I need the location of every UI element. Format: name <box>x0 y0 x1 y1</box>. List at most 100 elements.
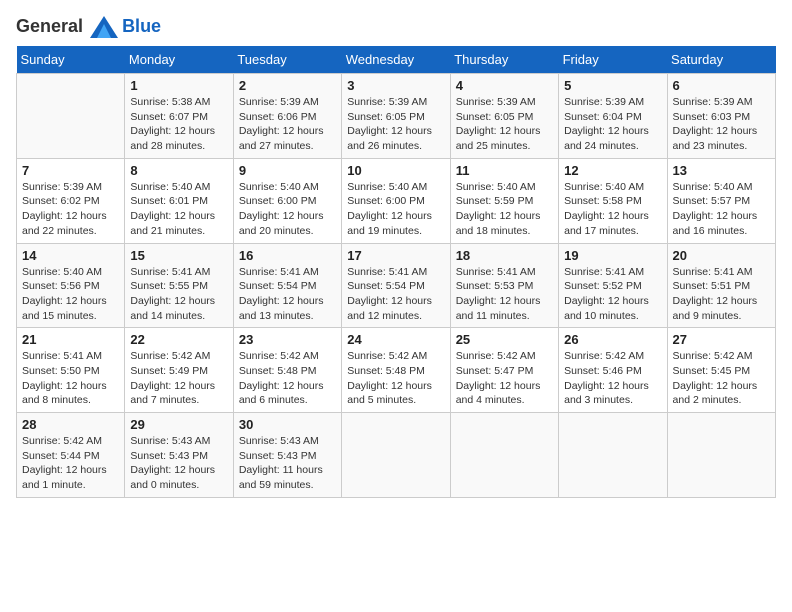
day-info: Sunrise: 5:42 AM Sunset: 5:49 PM Dayligh… <box>130 349 227 408</box>
week-row-4: 21 Sunrise: 5:41 AM Sunset: 5:50 PM Dayl… <box>17 328 776 413</box>
day-number: 1 <box>130 78 227 93</box>
calendar-cell: 15 Sunrise: 5:41 AM Sunset: 5:55 PM Dayl… <box>125 243 233 328</box>
day-info: Sunrise: 5:42 AM Sunset: 5:48 PM Dayligh… <box>347 349 444 408</box>
day-info: Sunrise: 5:40 AM Sunset: 5:59 PM Dayligh… <box>456 180 553 239</box>
calendar-cell: 12 Sunrise: 5:40 AM Sunset: 5:58 PM Dayl… <box>559 158 667 243</box>
calendar-cell: 24 Sunrise: 5:42 AM Sunset: 5:48 PM Dayl… <box>342 328 450 413</box>
day-info: Sunrise: 5:39 AM Sunset: 6:05 PM Dayligh… <box>456 95 553 154</box>
day-info: Sunrise: 5:39 AM Sunset: 6:04 PM Dayligh… <box>564 95 661 154</box>
column-header-tuesday: Tuesday <box>233 46 341 74</box>
column-header-friday: Friday <box>559 46 667 74</box>
day-number: 24 <box>347 332 444 347</box>
day-info: Sunrise: 5:39 AM Sunset: 6:05 PM Dayligh… <box>347 95 444 154</box>
day-number: 21 <box>22 332 119 347</box>
calendar-cell: 4 Sunrise: 5:39 AM Sunset: 6:05 PM Dayli… <box>450 74 558 159</box>
day-number: 14 <box>22 248 119 263</box>
column-header-sunday: Sunday <box>17 46 125 74</box>
day-number: 18 <box>456 248 553 263</box>
day-number: 30 <box>239 417 336 432</box>
day-number: 28 <box>22 417 119 432</box>
calendar-cell: 9 Sunrise: 5:40 AM Sunset: 6:00 PM Dayli… <box>233 158 341 243</box>
column-header-monday: Monday <box>125 46 233 74</box>
day-info: Sunrise: 5:42 AM Sunset: 5:44 PM Dayligh… <box>22 434 119 493</box>
day-number: 26 <box>564 332 661 347</box>
calendar-cell: 7 Sunrise: 5:39 AM Sunset: 6:02 PM Dayli… <box>17 158 125 243</box>
day-number: 17 <box>347 248 444 263</box>
calendar-cell: 20 Sunrise: 5:41 AM Sunset: 5:51 PM Dayl… <box>667 243 775 328</box>
day-info: Sunrise: 5:40 AM Sunset: 6:01 PM Dayligh… <box>130 180 227 239</box>
day-info: Sunrise: 5:41 AM Sunset: 5:52 PM Dayligh… <box>564 265 661 324</box>
day-info: Sunrise: 5:39 AM Sunset: 6:02 PM Dayligh… <box>22 180 119 239</box>
day-info: Sunrise: 5:40 AM Sunset: 6:00 PM Dayligh… <box>347 180 444 239</box>
calendar-cell: 17 Sunrise: 5:41 AM Sunset: 5:54 PM Dayl… <box>342 243 450 328</box>
day-number: 23 <box>239 332 336 347</box>
day-number: 29 <box>130 417 227 432</box>
day-info: Sunrise: 5:41 AM Sunset: 5:54 PM Dayligh… <box>239 265 336 324</box>
day-number: 2 <box>239 78 336 93</box>
calendar-cell: 22 Sunrise: 5:42 AM Sunset: 5:49 PM Dayl… <box>125 328 233 413</box>
day-info: Sunrise: 5:40 AM Sunset: 5:56 PM Dayligh… <box>22 265 119 324</box>
calendar-cell: 10 Sunrise: 5:40 AM Sunset: 6:00 PM Dayl… <box>342 158 450 243</box>
day-info: Sunrise: 5:41 AM Sunset: 5:50 PM Dayligh… <box>22 349 119 408</box>
day-info: Sunrise: 5:41 AM Sunset: 5:51 PM Dayligh… <box>673 265 770 324</box>
logo: General Blue <box>16 16 161 38</box>
day-number: 16 <box>239 248 336 263</box>
calendar-cell: 11 Sunrise: 5:40 AM Sunset: 5:59 PM Dayl… <box>450 158 558 243</box>
day-number: 8 <box>130 163 227 178</box>
day-number: 25 <box>456 332 553 347</box>
day-number: 11 <box>456 163 553 178</box>
day-info: Sunrise: 5:41 AM Sunset: 5:55 PM Dayligh… <box>130 265 227 324</box>
logo-icon <box>90 16 118 38</box>
calendar-cell: 29 Sunrise: 5:43 AM Sunset: 5:43 PM Dayl… <box>125 413 233 498</box>
column-header-saturday: Saturday <box>667 46 775 74</box>
day-number: 9 <box>239 163 336 178</box>
week-row-3: 14 Sunrise: 5:40 AM Sunset: 5:56 PM Dayl… <box>17 243 776 328</box>
day-number: 6 <box>673 78 770 93</box>
day-number: 10 <box>347 163 444 178</box>
day-number: 7 <box>22 163 119 178</box>
week-row-1: 1 Sunrise: 5:38 AM Sunset: 6:07 PM Dayli… <box>17 74 776 159</box>
calendar-cell: 25 Sunrise: 5:42 AM Sunset: 5:47 PM Dayl… <box>450 328 558 413</box>
calendar-cell: 3 Sunrise: 5:39 AM Sunset: 6:05 PM Dayli… <box>342 74 450 159</box>
day-info: Sunrise: 5:41 AM Sunset: 5:53 PM Dayligh… <box>456 265 553 324</box>
calendar-cell: 30 Sunrise: 5:43 AM Sunset: 5:43 PM Dayl… <box>233 413 341 498</box>
day-info: Sunrise: 5:42 AM Sunset: 5:45 PM Dayligh… <box>673 349 770 408</box>
calendar-cell <box>667 413 775 498</box>
day-info: Sunrise: 5:43 AM Sunset: 5:43 PM Dayligh… <box>239 434 336 493</box>
day-number: 20 <box>673 248 770 263</box>
logo-blue: Blue <box>122 16 161 37</box>
calendar-cell: 8 Sunrise: 5:40 AM Sunset: 6:01 PM Dayli… <box>125 158 233 243</box>
page-header: General Blue <box>16 16 776 38</box>
calendar-cell: 14 Sunrise: 5:40 AM Sunset: 5:56 PM Dayl… <box>17 243 125 328</box>
calendar-table: SundayMondayTuesdayWednesdayThursdayFrid… <box>16 46 776 498</box>
day-number: 5 <box>564 78 661 93</box>
day-number: 15 <box>130 248 227 263</box>
calendar-cell <box>17 74 125 159</box>
day-info: Sunrise: 5:39 AM Sunset: 6:03 PM Dayligh… <box>673 95 770 154</box>
day-info: Sunrise: 5:40 AM Sunset: 5:57 PM Dayligh… <box>673 180 770 239</box>
calendar-cell: 21 Sunrise: 5:41 AM Sunset: 5:50 PM Dayl… <box>17 328 125 413</box>
day-number: 3 <box>347 78 444 93</box>
day-number: 13 <box>673 163 770 178</box>
day-number: 4 <box>456 78 553 93</box>
calendar-cell: 19 Sunrise: 5:41 AM Sunset: 5:52 PM Dayl… <box>559 243 667 328</box>
calendar-cell: 16 Sunrise: 5:41 AM Sunset: 5:54 PM Dayl… <box>233 243 341 328</box>
day-info: Sunrise: 5:42 AM Sunset: 5:47 PM Dayligh… <box>456 349 553 408</box>
day-info: Sunrise: 5:43 AM Sunset: 5:43 PM Dayligh… <box>130 434 227 493</box>
logo-general: General <box>16 16 83 36</box>
day-info: Sunrise: 5:39 AM Sunset: 6:06 PM Dayligh… <box>239 95 336 154</box>
day-info: Sunrise: 5:40 AM Sunset: 6:00 PM Dayligh… <box>239 180 336 239</box>
calendar-cell: 28 Sunrise: 5:42 AM Sunset: 5:44 PM Dayl… <box>17 413 125 498</box>
day-info: Sunrise: 5:42 AM Sunset: 5:48 PM Dayligh… <box>239 349 336 408</box>
calendar-cell: 13 Sunrise: 5:40 AM Sunset: 5:57 PM Dayl… <box>667 158 775 243</box>
day-info: Sunrise: 5:40 AM Sunset: 5:58 PM Dayligh… <box>564 180 661 239</box>
calendar-cell: 18 Sunrise: 5:41 AM Sunset: 5:53 PM Dayl… <box>450 243 558 328</box>
column-header-thursday: Thursday <box>450 46 558 74</box>
day-number: 27 <box>673 332 770 347</box>
calendar-cell: 6 Sunrise: 5:39 AM Sunset: 6:03 PM Dayli… <box>667 74 775 159</box>
calendar-cell: 23 Sunrise: 5:42 AM Sunset: 5:48 PM Dayl… <box>233 328 341 413</box>
column-header-wednesday: Wednesday <box>342 46 450 74</box>
calendar-cell <box>450 413 558 498</box>
day-number: 19 <box>564 248 661 263</box>
calendar-cell: 2 Sunrise: 5:39 AM Sunset: 6:06 PM Dayli… <box>233 74 341 159</box>
